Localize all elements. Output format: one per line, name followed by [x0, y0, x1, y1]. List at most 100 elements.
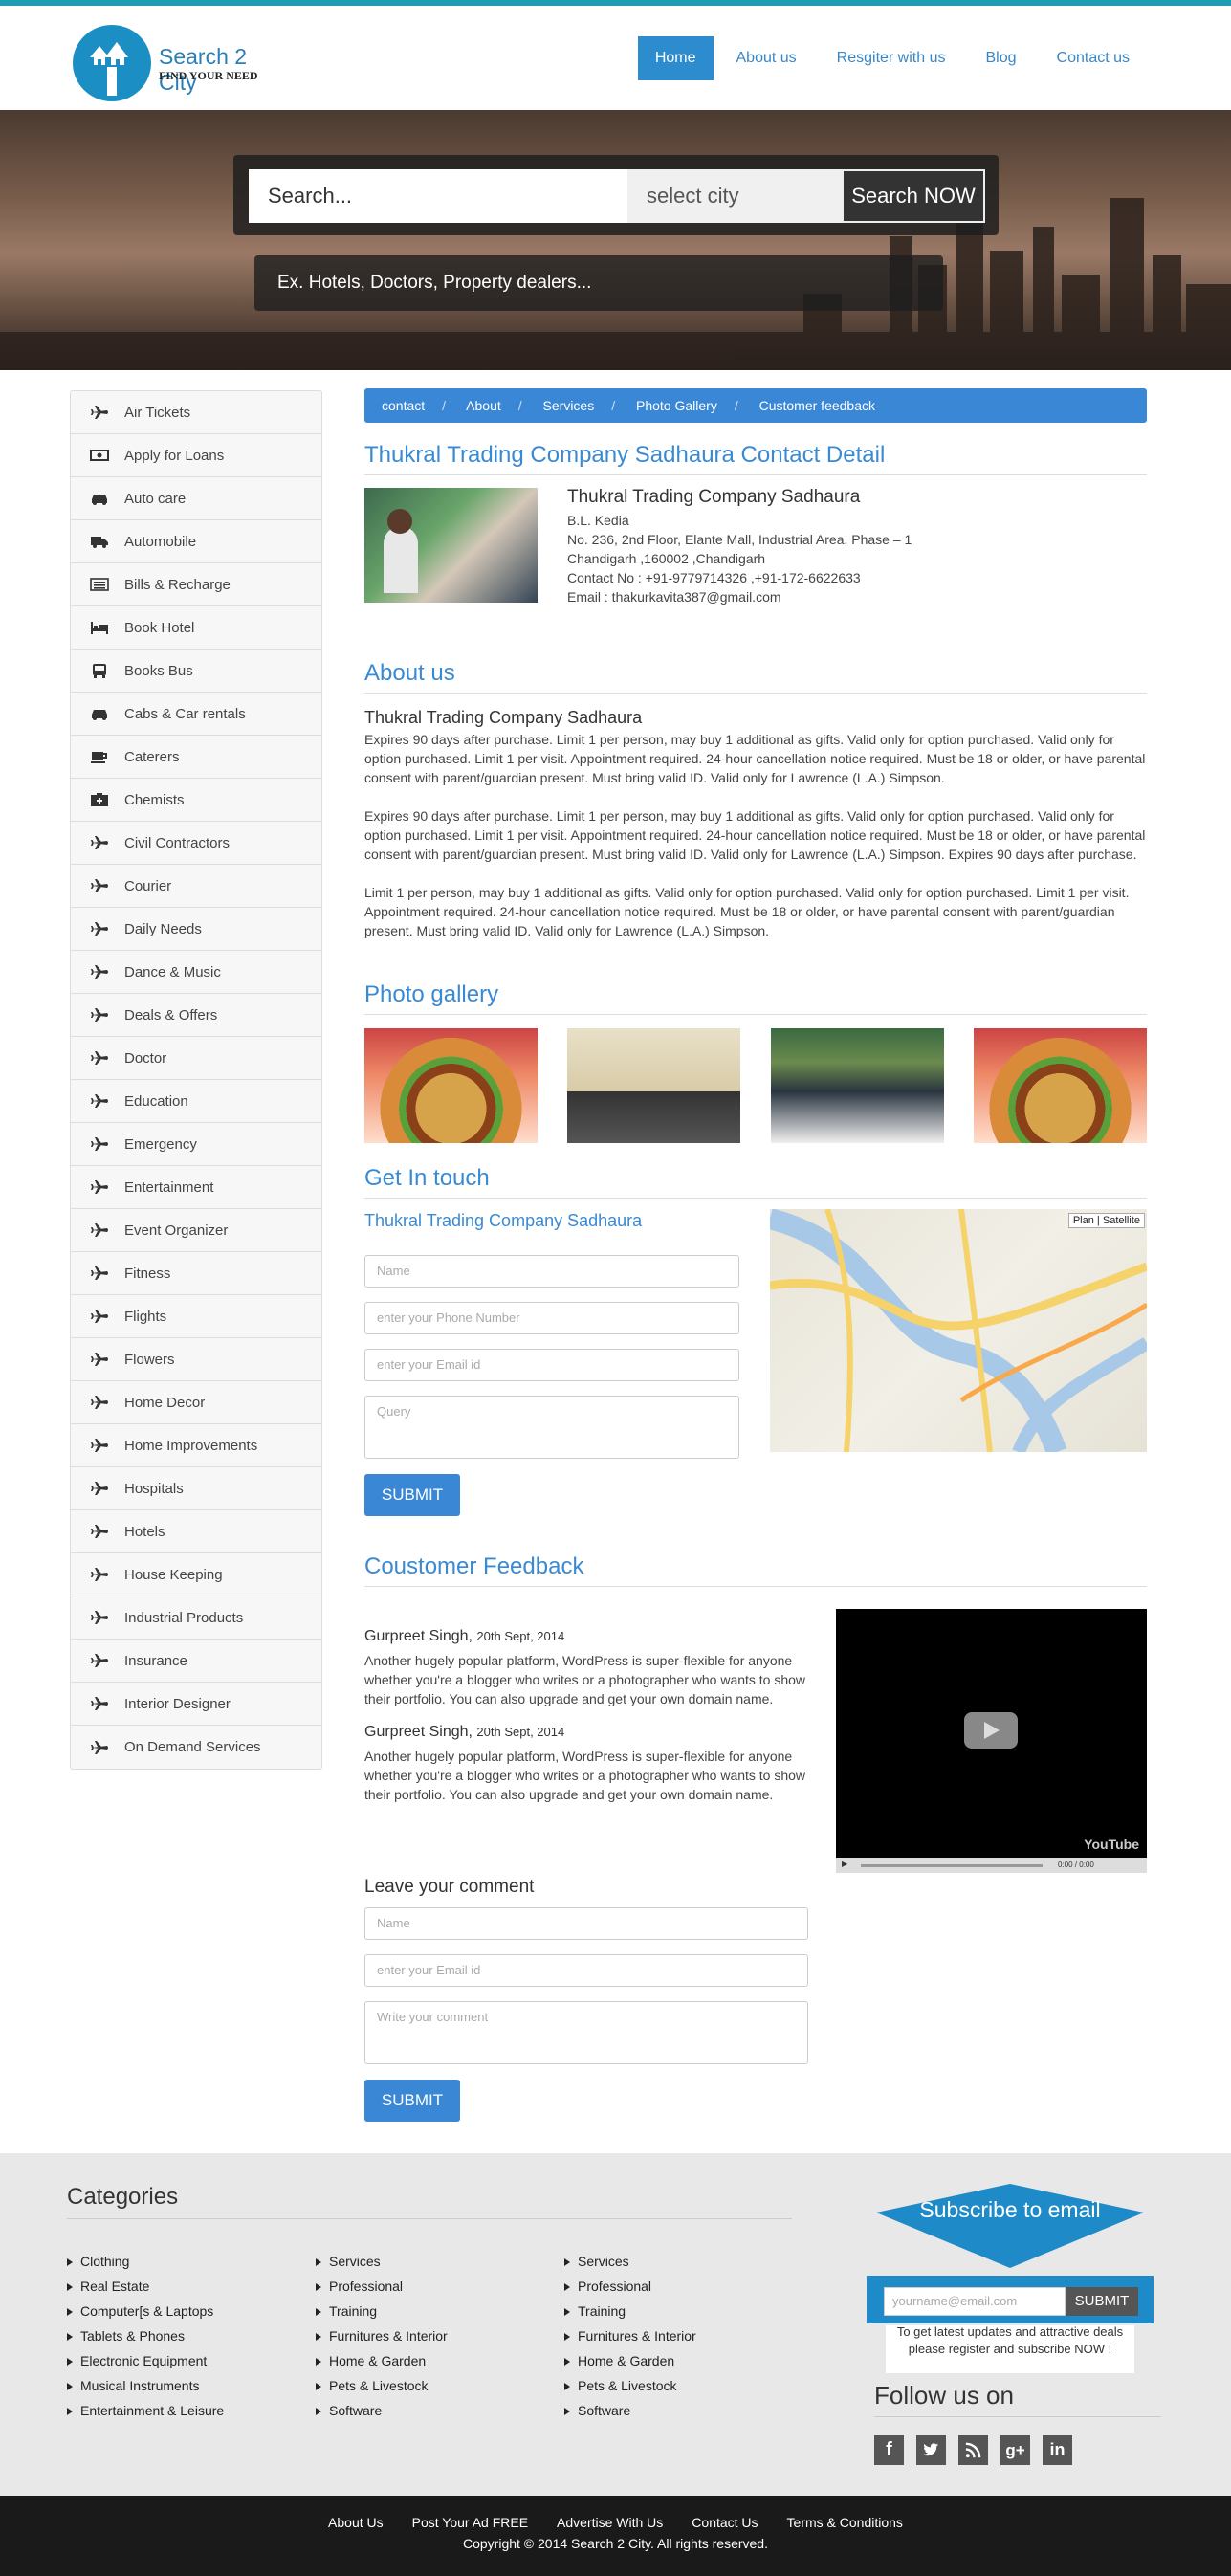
sidebar-item-insurance[interactable]: Insurance: [71, 1640, 321, 1683]
sidebar-item-fitness[interactable]: Fitness: [71, 1252, 321, 1295]
map-satellite-button[interactable]: Satellite: [1103, 1215, 1140, 1226]
category-link[interactable]: Services: [316, 2249, 448, 2274]
sidebar-item-doctor[interactable]: Doctor: [71, 1037, 321, 1080]
query-field[interactable]: Query: [364, 1396, 739, 1459]
nav-home[interactable]: Home: [637, 36, 714, 80]
city-select[interactable]: select city: [627, 169, 842, 223]
map-type-toggle[interactable]: Plan | Satellite: [1067, 1213, 1145, 1228]
sidebar-item-on-demand-services[interactable]: On Demand Services: [71, 1726, 321, 1769]
footer-link-advertise[interactable]: Advertise With Us: [557, 2515, 663, 2530]
breadcrumb-customer-feedback[interactable]: Customer feedback: [759, 398, 875, 413]
play-icon[interactable]: [964, 1712, 1018, 1749]
sidebar-item-courier[interactable]: Courier: [71, 865, 321, 908]
category-link[interactable]: Training: [564, 2299, 696, 2323]
sidebar-item-auto-care[interactable]: Auto care: [71, 477, 321, 520]
category-link[interactable]: Entertainment & Leisure: [67, 2398, 224, 2423]
linkedin-icon[interactable]: in: [1043, 2435, 1072, 2465]
sidebar-item-civil-contractors[interactable]: Civil Contractors: [71, 822, 321, 865]
sidebar-item-book-hotel[interactable]: Book Hotel: [71, 606, 321, 650]
sidebar-item-cabs-car-rentals[interactable]: Cabs & Car rentals: [71, 693, 321, 736]
gallery-image-burger-2[interactable]: [973, 1028, 1147, 1143]
category-link[interactable]: Real Estate: [67, 2274, 224, 2299]
breadcrumb-contact[interactable]: contact: [382, 398, 425, 413]
category-link[interactable]: Home & Garden: [316, 2348, 448, 2373]
sidebar-item-caterers[interactable]: Caterers: [71, 736, 321, 779]
category-link[interactable]: Services: [564, 2249, 696, 2274]
sidebar-item-home-improvements[interactable]: Home Improvements: [71, 1424, 321, 1467]
category-link[interactable]: Training: [316, 2299, 448, 2323]
phone-field[interactable]: enter your Phone Number: [364, 1302, 739, 1334]
facebook-icon[interactable]: f: [874, 2435, 904, 2465]
name-field[interactable]: Name: [364, 1255, 739, 1288]
category-link[interactable]: Clothing: [67, 2249, 224, 2274]
location-map[interactable]: Plan | Satellite: [770, 1209, 1147, 1452]
category-link[interactable]: Electronic Equipment: [67, 2348, 224, 2373]
sidebar-item-apply-for-loans[interactable]: Apply for Loans: [71, 434, 321, 477]
gallery-image-room[interactable]: [567, 1028, 741, 1143]
subscribe-submit-button[interactable]: SUBMIT: [1066, 2287, 1138, 2316]
comment-submit-button[interactable]: SUBMIT: [364, 2080, 460, 2122]
category-link[interactable]: Musical Instruments: [67, 2373, 224, 2398]
breadcrumb-services[interactable]: Services: [543, 398, 595, 413]
sidebar-item-dance-music[interactable]: Dance & Music: [71, 951, 321, 994]
nav-about-us[interactable]: About us: [719, 36, 814, 80]
gallery-image-crowd[interactable]: [770, 1028, 944, 1143]
sidebar-item-industrial-products[interactable]: Industrial Products: [71, 1596, 321, 1640]
sidebar-item-emergency[interactable]: Emergency: [71, 1123, 321, 1166]
gallery-image-burger[interactable]: [364, 1028, 538, 1143]
category-link[interactable]: Furnitures & Interior: [316, 2323, 448, 2348]
footer-link-terms[interactable]: Terms & Conditions: [787, 2515, 903, 2530]
google-plus-icon[interactable]: g+: [1000, 2435, 1030, 2465]
category-link[interactable]: Home & Garden: [564, 2348, 696, 2373]
sidebar-item-flowers[interactable]: Flowers: [71, 1338, 321, 1381]
comment-name-field[interactable]: Name: [364, 1907, 808, 1940]
sidebar-item-daily-needs[interactable]: Daily Needs: [71, 908, 321, 951]
nav-blog[interactable]: Blog: [968, 36, 1033, 80]
sidebar-item-deals-offers[interactable]: Deals & Offers: [71, 994, 321, 1037]
category-link[interactable]: Professional: [564, 2274, 696, 2299]
brand-logo[interactable]: Search 2 City FIND YOUR NEED: [73, 25, 283, 101]
category-link[interactable]: Tablets & Phones: [67, 2323, 224, 2348]
sidebar-item-interior-designer[interactable]: Interior Designer: [71, 1683, 321, 1726]
sidebar-item-bills-recharge[interactable]: Bills & Recharge: [71, 563, 321, 606]
sidebar-item-entertainment[interactable]: Entertainment: [71, 1166, 321, 1209]
email-field[interactable]: enter your Email id: [364, 1349, 739, 1381]
category-link[interactable]: Professional: [316, 2274, 448, 2299]
comment-text-field[interactable]: Write your comment: [364, 2001, 808, 2064]
sidebar-item-books-bus[interactable]: Books Bus: [71, 650, 321, 693]
video-progress[interactable]: [861, 1864, 1043, 1867]
nav-register[interactable]: Resgiter with us: [820, 36, 963, 80]
video-player[interactable]: YouTube ▶ 0:00 / 0:00: [836, 1609, 1147, 1873]
sidebar-item-chemists[interactable]: Chemists: [71, 779, 321, 822]
sidebar-item-home-decor[interactable]: Home Decor: [71, 1381, 321, 1424]
sidebar-item-automobile[interactable]: Automobile: [71, 520, 321, 563]
video-controls[interactable]: ▶ 0:00 / 0:00: [836, 1858, 1147, 1873]
search-button[interactable]: Search NOW: [842, 169, 985, 223]
category-link[interactable]: Software: [564, 2398, 696, 2423]
breadcrumb-photo-gallery[interactable]: Photo Gallery: [636, 398, 717, 413]
sidebar-item-flights[interactable]: Flights: [71, 1295, 321, 1338]
subscribe-email-input[interactable]: yourname@email.com: [884, 2287, 1066, 2316]
category-link[interactable]: Pets & Livestock: [564, 2373, 696, 2398]
category-link[interactable]: Software: [316, 2398, 448, 2423]
play-small-icon[interactable]: ▶: [842, 1860, 847, 1868]
nav-contact-us[interactable]: Contact us: [1040, 36, 1147, 80]
footer-link-post-ad[interactable]: Post Your Ad FREE: [412, 2515, 528, 2530]
sidebar-item-air-tickets[interactable]: Air Tickets: [71, 391, 321, 434]
breadcrumb-about[interactable]: About: [466, 398, 501, 413]
comment-email-field[interactable]: enter your Email id: [364, 1954, 808, 1987]
sidebar-item-hotels[interactable]: Hotels: [71, 1510, 321, 1553]
map-plan-button[interactable]: Plan: [1073, 1215, 1094, 1226]
category-link[interactable]: Pets & Livestock: [316, 2373, 448, 2398]
sidebar-item-event-organizer[interactable]: Event Organizer: [71, 1209, 321, 1252]
sidebar-item-house-keeping[interactable]: House Keeping: [71, 1553, 321, 1596]
search-input[interactable]: Search...: [249, 169, 627, 223]
rss-icon[interactable]: [958, 2435, 988, 2465]
twitter-icon[interactable]: [916, 2435, 946, 2465]
footer-link-about-us[interactable]: About Us: [328, 2515, 384, 2530]
sidebar-item-education[interactable]: Education: [71, 1080, 321, 1123]
footer-link-contact[interactable]: Contact Us: [692, 2515, 758, 2530]
category-link[interactable]: Computer[s & Laptops: [67, 2299, 224, 2323]
category-link[interactable]: Furnitures & Interior: [564, 2323, 696, 2348]
contact-submit-button[interactable]: SUBMIT: [364, 1474, 460, 1516]
